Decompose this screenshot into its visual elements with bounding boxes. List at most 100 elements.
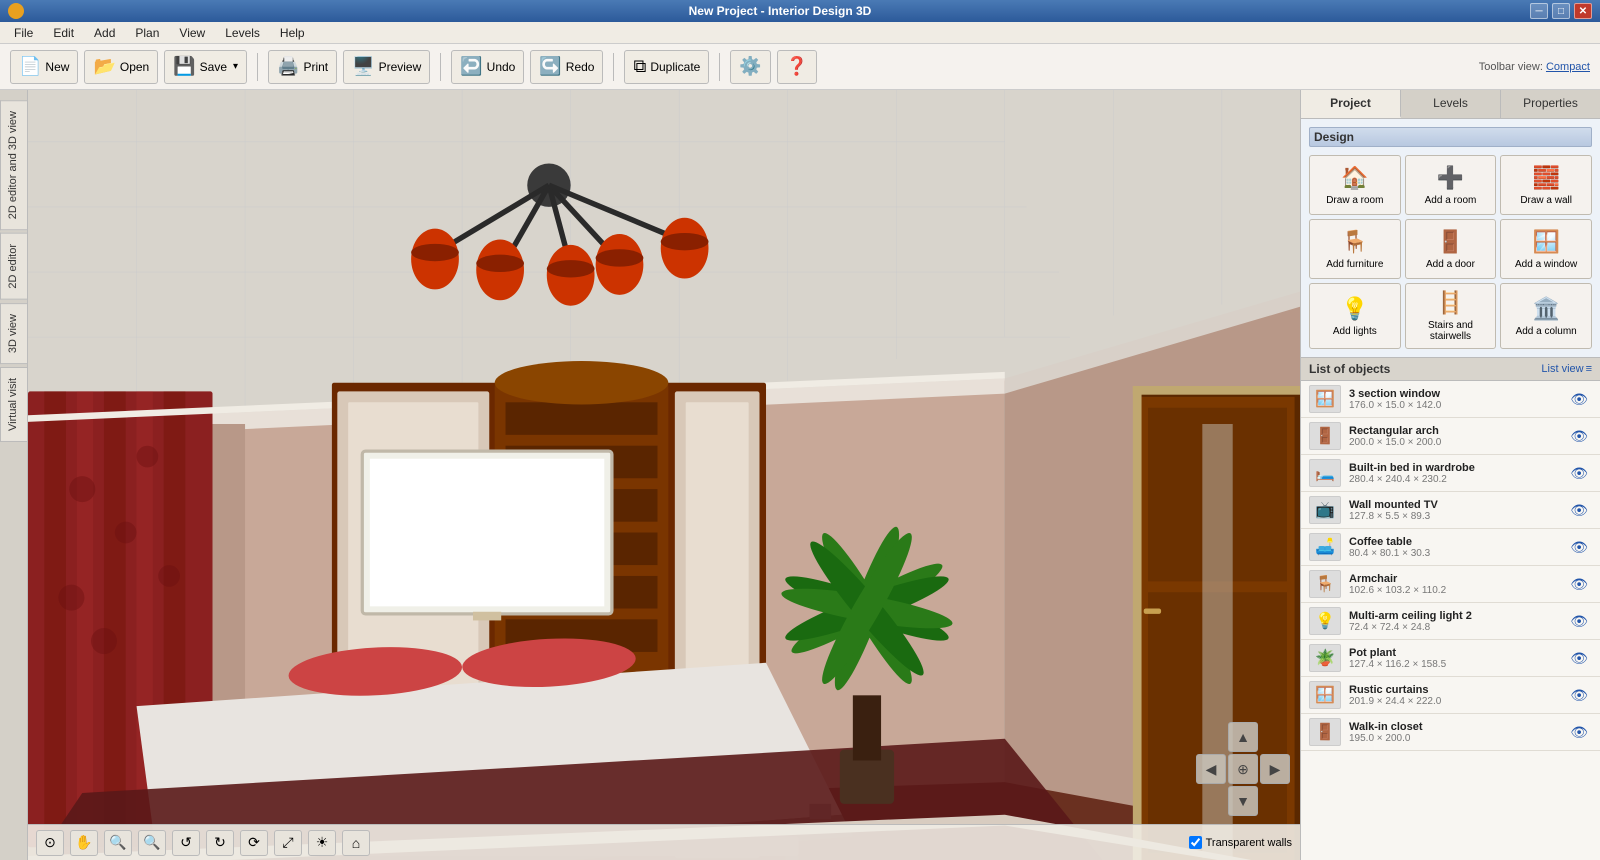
list-item[interactable]: 🛋️ Coffee table 80.4 × 80.1 × 30.3 👁 (1301, 529, 1600, 566)
stairs-label: Stairs and stairwells (1410, 320, 1492, 342)
transparent-walls-checkbox[interactable] (1189, 836, 1202, 849)
minimize-button[interactable]: ─ (1530, 3, 1548, 19)
list-item[interactable]: 📺 Wall mounted TV 127.8 × 5.5 × 89.3 👁 (1301, 492, 1600, 529)
toolbar-view-link[interactable]: Compact (1546, 61, 1590, 73)
list-item[interactable]: 🚪 Walk-in closet 195.0 × 200.0 👁 (1301, 714, 1600, 751)
home-button[interactable]: ⌂ (342, 830, 370, 856)
tab-project[interactable]: Project (1301, 90, 1401, 118)
object-visibility-5[interactable]: 👁 (1566, 574, 1592, 595)
add-window-button[interactable]: 🪟 Add a window (1500, 219, 1592, 279)
object-icon-9: 🚪 (1309, 718, 1341, 746)
transparent-walls-label[interactable]: Transparent walls (1206, 837, 1292, 849)
menu-item-add[interactable]: Add (84, 24, 125, 42)
add-lights-button[interactable]: 💡 Add lights (1309, 283, 1401, 349)
object-visibility-1[interactable]: 👁 (1566, 426, 1592, 447)
nav-up-button[interactable]: ▲ (1228, 722, 1258, 752)
save-icon: 💾 (173, 56, 195, 77)
add-column-button[interactable]: 🏛️ Add a column (1500, 283, 1592, 349)
object-name-5: Armchair (1349, 573, 1558, 585)
help-button[interactable]: ❓ (777, 50, 817, 84)
tab-virtual-visit[interactable]: Virtual visit (0, 367, 27, 442)
maximize-button[interactable]: □ (1552, 3, 1570, 19)
list-item[interactable]: 🪴 Pot plant 127.4 × 116.2 × 158.5 👁 (1301, 640, 1600, 677)
right-panel: Project Levels Properties Design 🏠 Draw … (1300, 90, 1600, 860)
add-furniture-button[interactable]: 🪑 Add furniture (1309, 219, 1401, 279)
print-button[interactable]: 🖨️ Print (268, 50, 337, 84)
list-item[interactable]: 🛏️ Built-in bed in wardrobe 280.4 × 240.… (1301, 455, 1600, 492)
close-button[interactable]: ✕ (1574, 3, 1592, 19)
object-visibility-8[interactable]: 👁 (1566, 685, 1592, 706)
toolbar-separator-2 (440, 53, 441, 81)
draw-room-button[interactable]: 🏠 Draw a room (1309, 155, 1401, 215)
nav-left-button[interactable]: ◀ (1196, 754, 1226, 784)
settings-button[interactable]: ⚙️ (730, 50, 770, 84)
object-dims-2: 280.4 × 240.4 × 230.2 (1349, 474, 1558, 485)
open-button[interactable]: 📂 Open (84, 50, 158, 84)
zoom-in-button[interactable]: 🔍 (138, 830, 166, 856)
draw-wall-button[interactable]: 🧱 Draw a wall (1500, 155, 1592, 215)
objects-list[interactable]: 🪟 3 section window 176.0 × 15.0 × 142.0 … (1301, 381, 1600, 860)
tab-levels[interactable]: Levels (1401, 90, 1501, 118)
light-button[interactable]: ☀ (308, 830, 336, 856)
object-name-7: Pot plant (1349, 647, 1558, 659)
menu-item-levels[interactable]: Levels (215, 24, 270, 42)
object-visibility-9[interactable]: 👁 (1566, 722, 1592, 743)
menu-item-edit[interactable]: Edit (43, 24, 84, 42)
menu-item-view[interactable]: View (169, 24, 215, 42)
object-dims-3: 127.8 × 5.5 × 89.3 (1349, 511, 1558, 522)
tab-properties[interactable]: Properties (1501, 90, 1600, 118)
pan-button[interactable]: ✋ (70, 830, 98, 856)
add-window-label: Add a window (1515, 259, 1577, 270)
360-view-button[interactable]: ⊙ (36, 830, 64, 856)
list-item[interactable]: 🪟 Rustic curtains 201.9 × 24.4 × 222.0 👁 (1301, 677, 1600, 714)
list-item[interactable]: 🚪 Rectangular arch 200.0 × 15.0 × 200.0 … (1301, 418, 1600, 455)
toolbar-separator-1 (257, 53, 258, 81)
object-name-0: 3 section window (1349, 388, 1558, 400)
tab-3d[interactable]: 3D view (0, 303, 27, 364)
list-item[interactable]: 🪟 3 section window 176.0 × 15.0 × 142.0 … (1301, 381, 1600, 418)
object-dims-1: 200.0 × 15.0 × 200.0 (1349, 437, 1558, 448)
list-view-button[interactable]: List view ≡ (1541, 363, 1592, 375)
menubar: FileEditAddPlanViewLevelsHelp (0, 22, 1600, 44)
object-name-3: Wall mounted TV (1349, 499, 1558, 511)
duplicate-button[interactable]: ⧉ Duplicate (624, 50, 709, 84)
stairs-button[interactable]: 🪜 Stairs and stairwells (1405, 283, 1497, 349)
draw-room-icon: 🏠 (1341, 165, 1368, 191)
new-button[interactable]: 📄 New (10, 50, 78, 84)
save-button[interactable]: 💾 Save ▾ (164, 50, 247, 84)
pan-mode-button[interactable]: ⤢ (274, 830, 302, 856)
add-room-button[interactable]: ➕ Add a room (1405, 155, 1497, 215)
list-item[interactable]: 💡 Multi-arm ceiling light 2 72.4 × 72.4 … (1301, 603, 1600, 640)
tab-2d[interactable]: 2D editor (0, 233, 27, 300)
menu-item-plan[interactable]: Plan (125, 24, 169, 42)
nav-center-button[interactable]: ⊕ (1228, 754, 1258, 784)
redo-button[interactable]: ↪️ Redo (530, 50, 603, 84)
app-icon (8, 3, 24, 19)
object-visibility-4[interactable]: 👁 (1566, 537, 1592, 558)
rotate-right-button[interactable]: ↻ (206, 830, 234, 856)
menu-item-help[interactable]: Help (270, 24, 315, 42)
nav-down-button[interactable]: ▼ (1228, 786, 1258, 816)
object-visibility-0[interactable]: 👁 (1566, 389, 1592, 410)
object-name-1: Rectangular arch (1349, 425, 1558, 437)
object-visibility-3[interactable]: 👁 (1566, 500, 1592, 521)
add-door-button[interactable]: 🚪 Add a door (1405, 219, 1497, 279)
save-dropdown-arrow[interactable]: ▾ (233, 61, 238, 72)
menu-item-file[interactable]: File (4, 24, 43, 42)
preview-button[interactable]: 🖥️ Preview (343, 50, 430, 84)
object-visibility-7[interactable]: 👁 (1566, 648, 1592, 669)
window-title: New Project - Interior Design 3D (30, 4, 1530, 18)
nav-right-button[interactable]: ▶ (1260, 754, 1290, 784)
tab-2d-3d[interactable]: 2D editor and 3D view (0, 100, 27, 230)
window-controls: ─ □ ✕ (1530, 3, 1592, 19)
orbit-button[interactable]: ⟳ (240, 830, 268, 856)
list-item[interactable]: 🪑 Armchair 102.6 × 103.2 × 110.2 👁 (1301, 566, 1600, 603)
undo-button[interactable]: ↩️ Undo (451, 50, 524, 84)
rotate-left-button[interactable]: ↺ (172, 830, 200, 856)
add-window-icon: 🪟 (1532, 229, 1559, 255)
zoom-out-button[interactable]: 🔍 (104, 830, 132, 856)
3d-viewport[interactable]: ▲ ◀ ⊕ ▶ ▼ ⊙ ✋ 🔍 🔍 ↺ ↻ ⟳ ⤢ ☀ ⌂ Transparen… (28, 90, 1300, 860)
object-visibility-6[interactable]: 👁 (1566, 611, 1592, 632)
object-name-8: Rustic curtains (1349, 684, 1558, 696)
object-visibility-2[interactable]: 👁 (1566, 463, 1592, 484)
